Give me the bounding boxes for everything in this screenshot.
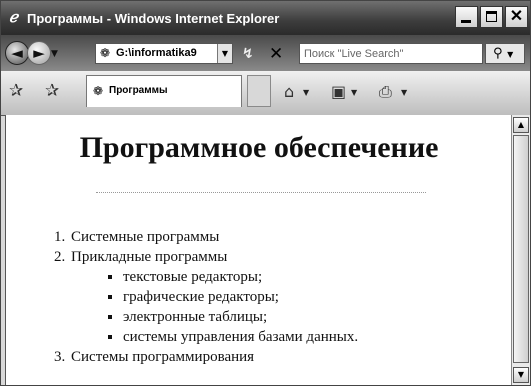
minimize-icon <box>461 20 471 23</box>
tab-page-icon: ❁ <box>93 84 104 98</box>
back-arrow-icon: ◄ <box>11 44 23 62</box>
sub-list-item: графические редакторы; <box>123 287 358 307</box>
program-list: Системные программы Прикладные программы… <box>6 227 358 367</box>
tab-label: Программы <box>109 85 168 96</box>
home-icon[interactable]: ⌂ <box>284 82 294 101</box>
list-item: Системы программирования <box>69 347 358 367</box>
favorites-center-icon[interactable]: ✰ <box>9 81 23 101</box>
tab-row: ✰ ✰ ❁ Программы ⌂ ▼ ▣ ▼ ⎙ ▼ <box>1 71 530 116</box>
scroll-down-button[interactable]: ▼ <box>513 367 529 383</box>
page-content: Программное обеспечение Системные програ… <box>5 115 512 385</box>
maximize-button[interactable] <box>480 6 503 28</box>
scroll-thumb[interactable] <box>513 135 529 363</box>
new-tab-button[interactable] <box>247 75 271 107</box>
print-icon[interactable]: ⎙ <box>379 82 392 102</box>
search-icon: ⚲ <box>493 46 503 61</box>
minimize-button[interactable] <box>455 6 478 28</box>
feeds-icon[interactable]: ▣ <box>331 82 346 101</box>
add-to-favorites-icon[interactable]: ✰ <box>45 81 59 101</box>
forward-button[interactable]: ► <box>27 41 51 65</box>
list-item: Системные программы <box>69 227 358 247</box>
close-button[interactable]: ✕ <box>505 6 528 28</box>
tab-programs[interactable]: ❁ Программы <box>86 75 242 107</box>
ie-logo-icon: ℯ <box>9 10 18 26</box>
address-bar-row: ◄ ► ▼ ❁ G:\informatika9 ▼ ↯ ✕ ⚲ ▼ <box>1 35 530 71</box>
list-item-label: Прикладные программы <box>71 249 228 265</box>
search-button[interactable]: ⚲ ▼ <box>485 43 525 64</box>
feeds-dropdown-icon[interactable]: ▼ <box>351 88 357 97</box>
sub-list-item: системы управления базами данных. <box>123 327 358 347</box>
list-item: Прикладные программы текстовые редакторы… <box>69 247 358 347</box>
title-bar[interactable]: ℯ Программы - Windows Internet Explorer … <box>1 1 530 35</box>
address-field[interactable]: ❁ G:\informatika9 ▼ <box>95 43 233 64</box>
sub-list-item: текстовые редакторы; <box>123 267 358 287</box>
home-dropdown-icon[interactable]: ▼ <box>303 88 309 97</box>
search-dropdown-icon[interactable]: ▼ <box>507 50 513 59</box>
vertical-scrollbar[interactable]: ▲ ▼ <box>511 115 530 385</box>
window-controls: ✕ <box>455 6 528 28</box>
close-icon: ✕ <box>509 8 524 25</box>
page-heading: Программное обеспечение <box>79 131 439 164</box>
search-input[interactable] <box>299 43 483 64</box>
horizontal-rule <box>96 192 426 193</box>
address-dropdown-button[interactable]: ▼ <box>217 44 232 63</box>
window-title: Программы - Windows Internet Explorer <box>27 11 280 26</box>
print-dropdown-icon[interactable]: ▼ <box>401 88 407 97</box>
maximize-icon <box>486 11 497 22</box>
address-text: G:\informatika9 <box>116 47 197 59</box>
applied-programs-list: текстовые редакторы; графические редакто… <box>71 267 358 347</box>
page-icon: ❁ <box>100 46 111 60</box>
recent-pages-dropdown[interactable]: ▼ <box>51 49 58 59</box>
scroll-up-button[interactable]: ▲ <box>513 117 529 133</box>
browser-window: ℯ Программы - Windows Internet Explorer … <box>0 0 531 386</box>
forward-arrow-icon: ► <box>33 44 45 62</box>
stop-icon[interactable]: ✕ <box>269 44 283 64</box>
refresh-icon[interactable]: ↯ <box>242 46 254 62</box>
sub-list-item: электронные таблицы; <box>123 307 358 327</box>
back-button[interactable]: ◄ <box>5 41 29 65</box>
